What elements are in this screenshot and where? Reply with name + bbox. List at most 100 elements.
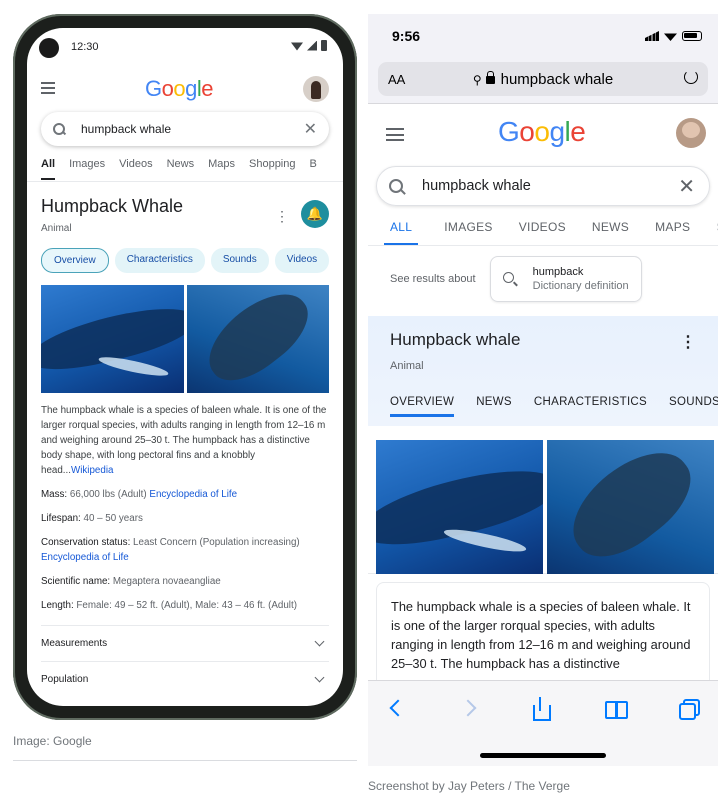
android-status-bar: 12:30 [27, 28, 343, 68]
whale-image[interactable] [41, 285, 184, 393]
entity-description: The humpback whale is a species of balee… [41, 405, 327, 476]
search-tabs: All Images Videos News Maps Shopping B [27, 146, 343, 182]
kp-tab-characteristics[interactable]: CHARACTERISTICS [534, 396, 647, 417]
back-icon[interactable] [384, 697, 408, 721]
android-phone-frame: 12:30 Google humpback whale ✕ All Images… [13, 14, 357, 720]
search-tabs: ALL IMAGES VIDEOS NEWS MAPS S [368, 206, 718, 246]
follow-bell-icon[interactable]: 🔔 [301, 200, 329, 228]
dictionary-suggestion[interactable]: humpback Dictionary definition [489, 256, 642, 302]
fact-length: Length: Female: 49 – 52 ft. (Adult), Mal… [41, 600, 297, 611]
android-screen: 12:30 Google humpback whale ✕ All Images… [27, 28, 343, 706]
reload-icon[interactable] [684, 70, 698, 84]
status-time: 12:30 [71, 41, 99, 53]
system-icons [645, 31, 702, 41]
wikipedia-link[interactable]: Wikipedia [71, 465, 113, 476]
source-link[interactable]: Encyclopedia of Life [149, 489, 237, 500]
whale-image[interactable] [186, 285, 329, 393]
tab-videos[interactable]: Videos [119, 158, 152, 181]
share-icon[interactable] [530, 697, 554, 721]
dictionary-type: Dictionary definition [532, 280, 629, 292]
system-icons [291, 40, 327, 51]
tab-shopping[interactable]: Shopping [249, 158, 296, 181]
search-bar[interactable]: humpback whale ✕ [376, 166, 710, 206]
chip-overview[interactable]: Overview [41, 248, 109, 273]
search-icon [53, 123, 65, 135]
hamburger-menu-icon[interactable] [386, 128, 404, 145]
ios-safari-screen: 9:56 AA ⚲ humpback whale Google humpback … [368, 14, 718, 766]
whale-image[interactable] [376, 440, 543, 574]
accordion-measurements[interactable]: Measurements [41, 625, 329, 661]
tab-maps[interactable]: MAPS [655, 220, 690, 245]
google-header: Google [27, 68, 343, 112]
search-icon: ⚲ [472, 72, 482, 87]
whale-image-row [41, 285, 329, 393]
whale-image-row [368, 426, 718, 574]
knowledge-panel: Humpback Whale Animal ⋮ 🔔 Overview Chara… [27, 182, 343, 697]
chip-characteristics[interactable]: Characteristics [114, 248, 205, 273]
search-bar[interactable]: humpback whale ✕ [41, 112, 329, 146]
account-avatar[interactable] [303, 76, 329, 102]
source-link[interactable]: Encyclopedia of Life [41, 552, 129, 563]
topic-chips: Overview Characteristics Sounds Videos [41, 248, 329, 273]
lock-icon [485, 70, 495, 84]
see-results-label: See results about [390, 273, 476, 285]
chip-videos[interactable]: Videos [274, 248, 329, 273]
more-options-icon[interactable]: ⋮ [275, 208, 289, 225]
google-logo[interactable]: Google [498, 116, 586, 148]
account-avatar[interactable] [676, 118, 706, 148]
kp-tab-sounds[interactable]: SOUNDS [669, 396, 718, 417]
entity-subtitle: Animal [390, 360, 424, 372]
kp-tab-news[interactable]: NEWS [476, 396, 512, 417]
ios-status-bar: 9:56 [368, 14, 718, 58]
knowledge-panel-tabs: OVERVIEW NEWS CHARACTERISTICS SOUNDS [390, 396, 718, 417]
tab-images[interactable]: Images [69, 158, 105, 181]
search-input[interactable]: humpback whale [422, 178, 678, 194]
whale-image[interactable] [547, 440, 714, 574]
tab-news[interactable]: News [167, 158, 195, 181]
see-results-about: See results about humpback Dictionary de… [368, 246, 718, 312]
home-indicator[interactable] [480, 753, 606, 758]
chevron-down-icon [314, 636, 325, 647]
google-logo[interactable]: Google [145, 76, 214, 102]
fact-conservation-status: Conservation status: Least Concern (Popu… [41, 537, 300, 563]
signal-icon [645, 31, 659, 41]
clear-icon[interactable]: ✕ [304, 119, 317, 139]
entity-description: The humpback whale is a species of balee… [391, 599, 691, 671]
accordion-population[interactable]: Population [41, 661, 329, 697]
fact-lifespan: Lifespan: 40 – 50 years [41, 513, 143, 524]
fact-scientific-name: Scientific name: Megaptera novaeangliae [41, 576, 221, 587]
search-input[interactable]: humpback whale [81, 122, 304, 136]
tab-images[interactable]: IMAGES [444, 220, 492, 245]
battery-icon [682, 31, 702, 41]
kp-tab-overview[interactable]: OVERVIEW [390, 396, 455, 417]
dictionary-term: humpback [532, 266, 584, 278]
hamburger-menu-icon[interactable] [41, 82, 55, 97]
status-time: 9:56 [392, 28, 421, 44]
safari-address-bar: AA ⚲ humpback whale [368, 58, 718, 104]
tabs-icon[interactable] [678, 697, 702, 721]
google-header: Google [368, 104, 718, 162]
url-text: humpback whale [500, 70, 614, 88]
chip-sounds[interactable]: Sounds [210, 248, 269, 273]
knowledge-panel-header: Humpback whale Animal ⋮ OVERVIEW NEWS CH… [368, 316, 718, 426]
bookmarks-icon[interactable] [604, 697, 628, 721]
battery-icon [321, 40, 327, 51]
chevron-down-icon [314, 672, 325, 683]
search-icon [389, 178, 404, 194]
tab-shopping[interactable]: S [716, 220, 718, 245]
more-options-icon[interactable]: ⋮ [680, 332, 696, 352]
tab-videos[interactable]: VIDEOS [519, 220, 566, 245]
search-icon [502, 272, 517, 286]
tab-news[interactable]: NEWS [592, 220, 629, 245]
url-field[interactable]: AA ⚲ humpback whale [378, 62, 708, 96]
forward-icon[interactable] [460, 697, 484, 721]
image-credit: Image: Google [13, 734, 92, 748]
tab-books[interactable]: B [310, 158, 317, 181]
tab-maps[interactable]: Maps [208, 158, 235, 181]
wifi-icon [664, 33, 677, 41]
screenshot-credit: Screenshot by Jay Peters / The Verge [368, 779, 570, 793]
clear-icon[interactable]: ✕ [678, 174, 695, 199]
wifi-icon [291, 42, 303, 51]
tab-all[interactable]: ALL [384, 220, 419, 245]
tab-all[interactable]: All [41, 158, 56, 180]
